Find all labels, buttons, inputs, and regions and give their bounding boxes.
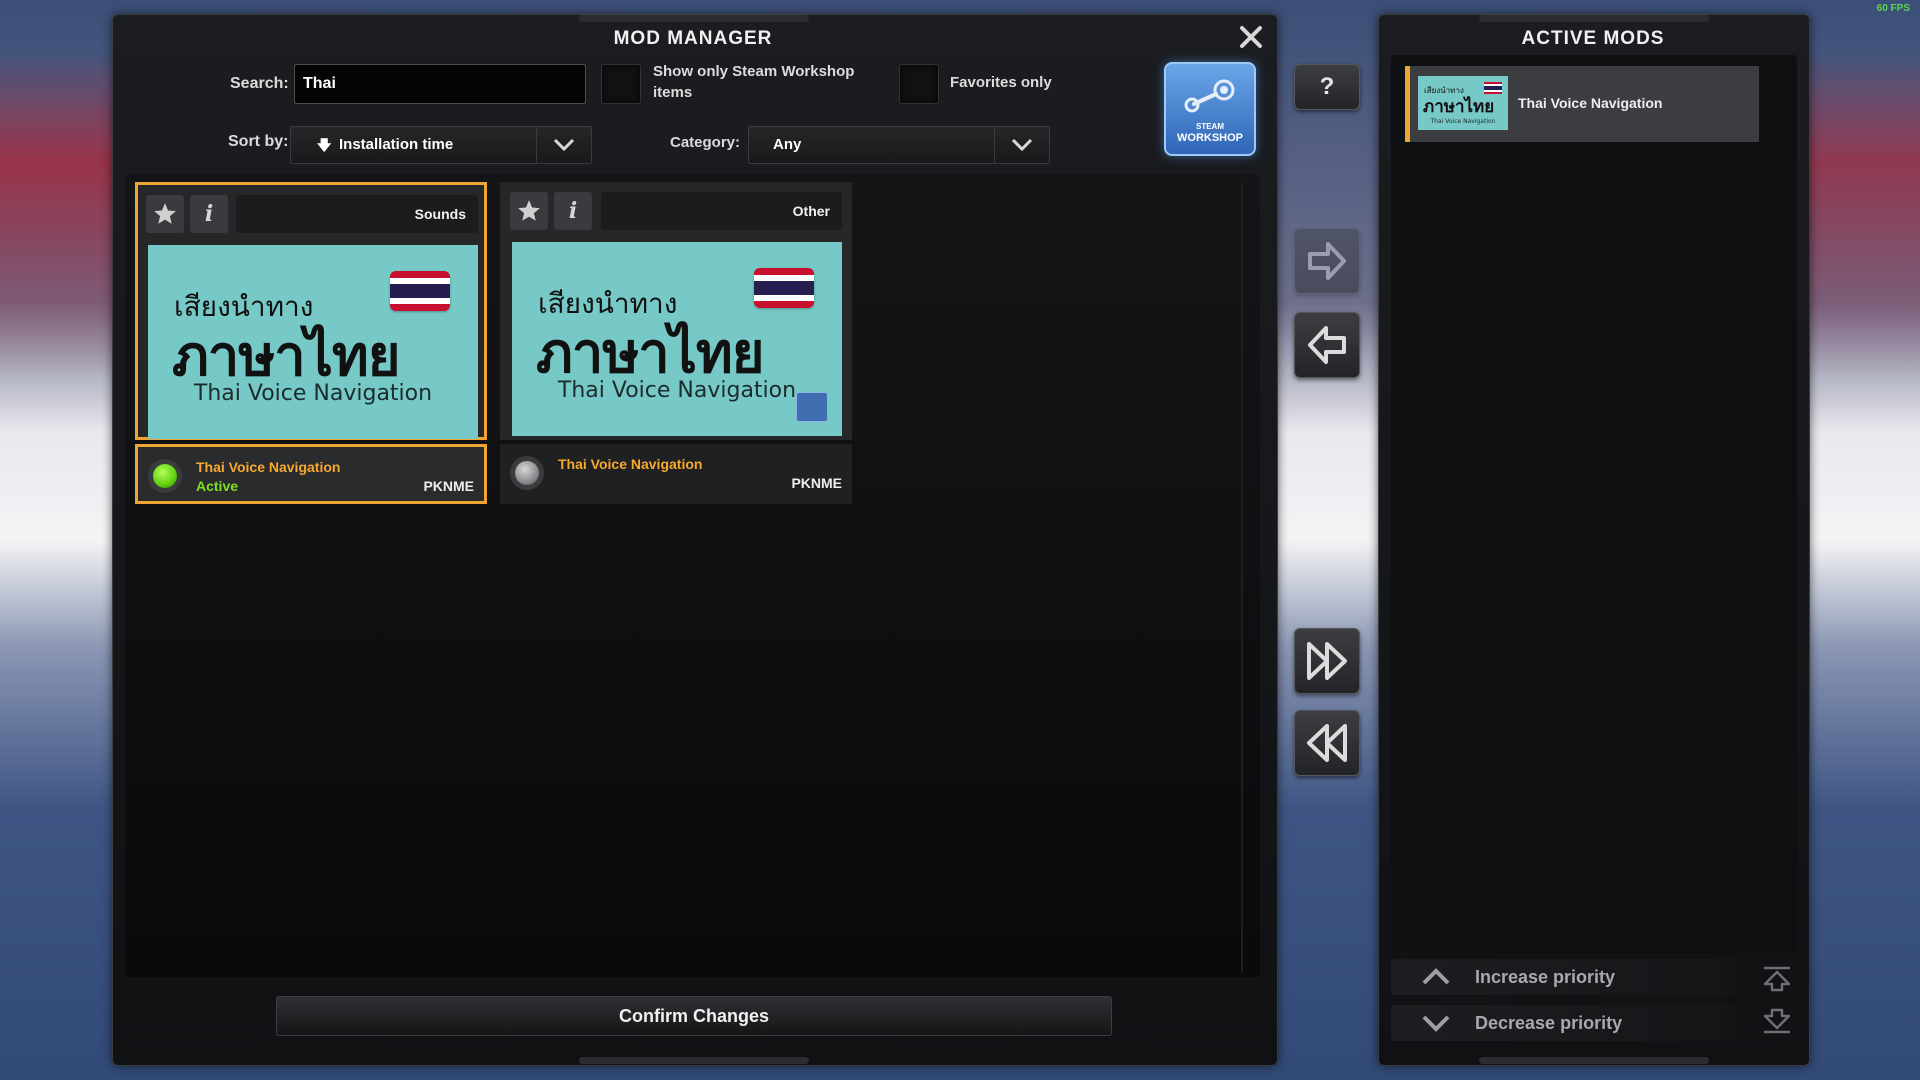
info-icon: i bbox=[568, 198, 578, 224]
panel-top-notch bbox=[579, 15, 809, 22]
info-button[interactable]: i bbox=[554, 192, 592, 230]
favorite-star-button[interactable] bbox=[146, 195, 184, 233]
category-label: Category: bbox=[670, 134, 741, 151]
decrease-priority-button[interactable]: Decrease priority bbox=[1391, 1005, 1735, 1041]
favorites-only-label: Favorites only bbox=[950, 74, 1052, 91]
sort-value: Installation time bbox=[339, 136, 454, 153]
mod-author: PKNME bbox=[791, 475, 842, 491]
mod-category: Sounds bbox=[236, 195, 478, 233]
mod-manager-title: MOD MANAGER bbox=[613, 28, 773, 49]
increase-priority-button[interactable]: Increase priority bbox=[1391, 959, 1735, 995]
mod-card[interactable]: i Other เสียงนำทาง ภาษาไทย Thai Voice Na… bbox=[500, 182, 852, 504]
active-thumb-thai-big: ภาษาไทย bbox=[1423, 97, 1495, 117]
steam-logo-icon bbox=[1184, 79, 1235, 113]
increase-priority-label: Increase priority bbox=[1475, 967, 1616, 987]
search-label: Search: bbox=[230, 75, 289, 92]
fps-counter: 60 FPS bbox=[1876, 3, 1910, 14]
mod-thumbnail: เสียงนำทาง ภาษาไทย Thai Voice Navigation bbox=[512, 242, 842, 436]
double-arrow-left-icon bbox=[1307, 724, 1347, 762]
close-button[interactable] bbox=[1236, 22, 1266, 52]
thai-flag-icon bbox=[754, 268, 814, 308]
thumb-english: Thai Voice Navigation bbox=[193, 381, 433, 406]
status-led-icon bbox=[515, 461, 539, 485]
mod-card-bottom: Thai Voice Navigation Active PKNME bbox=[135, 444, 487, 504]
workshop-label-line2: WORKSHOP bbox=[1177, 132, 1243, 144]
star-icon bbox=[154, 203, 176, 224]
panel-top-notch bbox=[1479, 15, 1709, 22]
sort-label: Sort by: bbox=[228, 133, 289, 150]
mod-author: PKNME bbox=[423, 478, 474, 494]
sort-direction-icon: 🡇 bbox=[317, 137, 332, 153]
mod-category: Other bbox=[601, 192, 842, 230]
steam-only-checkbox[interactable] bbox=[601, 64, 641, 104]
background-decoration-right bbox=[1810, 0, 1920, 1080]
decrease-priority-label: Decrease priority bbox=[1475, 1013, 1623, 1033]
workshop-label-line1: STEAM bbox=[1196, 122, 1224, 131]
confirm-changes-button[interactable]: Confirm Changes bbox=[276, 996, 1112, 1036]
deactivate-all-button[interactable] bbox=[1294, 710, 1360, 776]
favorites-only-checkbox[interactable] bbox=[899, 64, 939, 104]
chevron-down-icon bbox=[1421, 1005, 1451, 1053]
active-mods-panel bbox=[1378, 14, 1810, 1066]
panel-bottom-notch bbox=[579, 1057, 809, 1064]
status-led-icon bbox=[153, 464, 177, 488]
category-value: Any bbox=[773, 136, 802, 153]
mod-thumbnail: เสียงนำทาง ภาษาไทย Thai Voice Navigation bbox=[148, 245, 478, 439]
mod-card[interactable]: i Sounds เสียงนำทาง ภาษาไทย Thai Voice N… bbox=[135, 182, 487, 504]
mod-status: Active bbox=[196, 478, 239, 494]
info-icon: i bbox=[204, 201, 214, 227]
mod-name: Thai Voice Navigation bbox=[558, 456, 703, 472]
steam-workshop-badge-icon bbox=[796, 392, 828, 422]
move-right-button[interactable] bbox=[1294, 228, 1360, 294]
sort-dropdown[interactable]: 🡇 Installation time bbox=[290, 126, 592, 164]
active-mod-item[interactable]: เสียงนำทาง ภาษาไทย Thai Voice Navigation… bbox=[1405, 66, 1759, 142]
arrow-left-icon bbox=[1308, 326, 1346, 364]
arrow-right-icon bbox=[1308, 242, 1346, 280]
chevron-up-icon bbox=[1421, 959, 1451, 1007]
help-icon: ? bbox=[1319, 73, 1335, 100]
mod-card-top: i Other เสียงนำทาง ภาษาไทย Thai Voice Na… bbox=[500, 182, 852, 440]
steam-workshop-button[interactable]: STEAM WORKSHOP bbox=[1164, 62, 1256, 156]
mod-name: Thai Voice Navigation bbox=[196, 459, 341, 475]
search-input[interactable]: Thai bbox=[294, 64, 586, 104]
steam-only-label-line1: Show only Steam Workshop bbox=[653, 63, 855, 80]
help-button[interactable]: ? bbox=[1294, 64, 1360, 110]
active-mod-name: Thai Voice Navigation bbox=[1518, 95, 1663, 111]
chevron-down-icon bbox=[994, 127, 1049, 163]
active-mods-list bbox=[1391, 55, 1797, 953]
active-thumb-english: Thai Voice Navigation bbox=[1430, 118, 1496, 125]
active-mod-thumbnail: เสียงนำทาง ภาษาไทย Thai Voice Navigation bbox=[1418, 76, 1508, 130]
move-to-bottom-icon[interactable] bbox=[1758, 1005, 1796, 1041]
thumb-english: Thai Voice Navigation bbox=[557, 378, 797, 403]
mod-card-bottom: Thai Voice Navigation PKNME bbox=[500, 444, 852, 504]
active-mods-title: ACTIVE MODS bbox=[1521, 28, 1665, 49]
active-toggle[interactable] bbox=[148, 459, 182, 493]
move-left-button[interactable] bbox=[1294, 312, 1360, 378]
thai-flag-icon bbox=[390, 271, 450, 311]
panel-bottom-notch bbox=[1479, 1057, 1709, 1064]
close-icon bbox=[1240, 26, 1262, 48]
steam-only-label-line2: items bbox=[653, 84, 693, 101]
chevron-down-icon bbox=[536, 127, 591, 163]
double-arrow-right-icon bbox=[1307, 642, 1347, 680]
active-toggle[interactable] bbox=[510, 456, 544, 490]
info-button[interactable]: i bbox=[190, 195, 228, 233]
activate-all-button[interactable] bbox=[1294, 628, 1360, 694]
star-icon bbox=[518, 200, 540, 221]
move-to-top-icon[interactable] bbox=[1758, 959, 1796, 995]
mod-list-scrollbar[interactable] bbox=[1241, 182, 1243, 972]
mod-card-top: i Sounds เสียงนำทาง ภาษาไทย Thai Voice N… bbox=[135, 182, 487, 440]
favorite-star-button[interactable] bbox=[510, 192, 548, 230]
category-dropdown[interactable]: Any bbox=[748, 126, 1050, 164]
